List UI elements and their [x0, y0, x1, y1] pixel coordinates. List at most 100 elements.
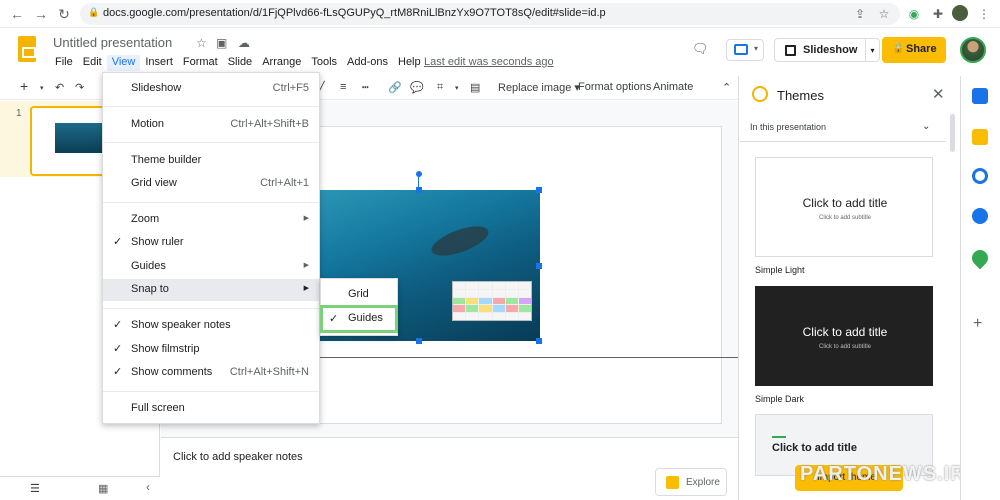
- divider: [103, 142, 319, 143]
- close-icon[interactable]: ✕: [932, 85, 945, 103]
- forward-icon[interactable]: →: [32, 5, 50, 23]
- line-dash-icon[interactable]: ┅: [362, 81, 369, 94]
- menu-file[interactable]: File: [50, 55, 78, 71]
- new-slide-icon[interactable]: +: [20, 78, 28, 94]
- cloud-saved-icon[interactable]: ☁: [238, 36, 250, 50]
- line-weight-icon[interactable]: ≡: [340, 81, 346, 93]
- add-addon-icon[interactable]: +: [973, 315, 982, 333]
- grid-view-icon[interactable]: ▦: [98, 482, 108, 495]
- add-comment-icon[interactable]: 💬: [410, 81, 424, 94]
- chevron-down-icon[interactable]: ▾: [40, 84, 44, 92]
- menu-item-show-comments[interactable]: ✓ Show comments Ctrl+Alt+Shift+N: [103, 362, 319, 384]
- crop-icon[interactable]: ⌗: [437, 81, 443, 94]
- slide-number: 1: [16, 108, 22, 119]
- lock-icon: 🔒: [892, 43, 905, 54]
- profile-avatar[interactable]: [952, 5, 968, 21]
- share-page-icon[interactable]: ⇪: [852, 6, 868, 22]
- menu-item-label: Show ruler: [131, 236, 184, 248]
- move-folder-icon[interactable]: ▣: [216, 36, 227, 50]
- menu-insert[interactable]: Insert: [140, 55, 178, 71]
- collapse-filmstrip-icon[interactable]: ‹: [146, 480, 150, 494]
- menu-item-snap-to[interactable]: Snap to ▶: [103, 279, 319, 301]
- menu-slide[interactable]: Slide: [223, 55, 257, 71]
- menu-edit[interactable]: Edit: [78, 55, 107, 71]
- menu-help[interactable]: Help: [393, 55, 426, 71]
- shortcut-text: Ctrl+F5: [272, 82, 309, 94]
- menu-item-grid-view[interactable]: Grid view Ctrl+Alt+1: [103, 173, 319, 195]
- collapse-toolbar-icon[interactable]: ⌃: [722, 81, 731, 94]
- menu-item-theme-builder[interactable]: Theme builder: [103, 150, 319, 172]
- animate-button[interactable]: Animate: [653, 81, 693, 93]
- menu-item-label: Show comments: [131, 366, 213, 378]
- menu-format[interactable]: Format: [178, 55, 223, 71]
- document-title[interactable]: Untitled presentation: [53, 35, 172, 50]
- redo-icon[interactable]: ↷: [75, 81, 84, 94]
- menu-item-label: Snap to: [131, 283, 169, 295]
- theme-card-subtitle: Click to add subtitle: [818, 344, 872, 350]
- themes-scrollbar[interactable]: [950, 114, 955, 152]
- contacts-icon[interactable]: [972, 208, 988, 224]
- menu-item-label: Guides: [131, 260, 166, 272]
- undo-icon[interactable]: ↶: [55, 81, 64, 94]
- back-icon[interactable]: ←: [8, 5, 26, 23]
- last-edit-link[interactable]: Last edit was seconds ago: [424, 56, 554, 68]
- rotate-handle[interactable]: [416, 171, 422, 177]
- theme-card-title: Click to add title: [802, 325, 888, 339]
- lock-icon[interactable]: 🔒: [88, 7, 99, 17]
- menu-item-full-screen[interactable]: Full screen: [103, 398, 319, 420]
- checkmark-icon: ✓: [329, 313, 339, 325]
- share-button[interactable]: 🔒 Share: [882, 37, 946, 63]
- menu-item-show-ruler[interactable]: ✓ Show ruler: [103, 232, 319, 254]
- extension-icon[interactable]: ◉: [906, 6, 922, 22]
- resize-handle[interactable]: [536, 263, 542, 269]
- filmstrip-view-bar: [0, 476, 160, 500]
- menu-item-show-filmstrip[interactable]: ✓ Show filmstrip: [103, 339, 319, 361]
- thumbnail-image: [55, 123, 103, 153]
- theme-card-simple-dark[interactable]: Click to add title Click to add subtitle: [755, 286, 933, 386]
- submenu-item-grid[interactable]: Grid: [348, 288, 369, 300]
- theme-card-title: Click to add title: [772, 442, 857, 454]
- star-icon[interactable]: ☆: [196, 36, 207, 50]
- present-to-meeting-button[interactable]: ▾: [726, 39, 764, 61]
- keep-icon[interactable]: [972, 129, 988, 145]
- resize-handle[interactable]: [416, 187, 422, 193]
- menu-addons[interactable]: Add-ons: [342, 55, 393, 71]
- resize-handle[interactable]: [536, 187, 542, 193]
- resize-handle[interactable]: [416, 338, 422, 344]
- format-options-button[interactable]: Format options: [578, 81, 651, 93]
- reload-icon[interactable]: ↻: [55, 5, 73, 23]
- menu-item-slideshow[interactable]: Slideshow Ctrl+F5: [103, 78, 319, 100]
- resize-handle[interactable]: [536, 338, 542, 344]
- chevron-down-icon[interactable]: ▾: [455, 84, 459, 92]
- menu-view[interactable]: View: [106, 55, 141, 71]
- menu-tools[interactable]: Tools: [306, 55, 342, 71]
- menu-item-guides[interactable]: Guides ▶: [103, 256, 319, 278]
- theme-card-simple-light[interactable]: Click to add title Click to add subtitle: [755, 157, 933, 257]
- account-avatar[interactable]: [960, 37, 986, 63]
- checkmark-icon: ✓: [113, 343, 123, 355]
- menu-item-motion[interactable]: Motion Ctrl+Alt+Shift+B: [103, 114, 319, 136]
- tasks-icon[interactable]: [972, 168, 988, 184]
- link-icon[interactable]: 🔗: [388, 81, 402, 94]
- slideshow-button-label: Slideshow: [803, 44, 858, 56]
- filmstrip-view-icon[interactable]: ☰: [30, 482, 40, 495]
- replace-image-menu[interactable]: Replace image ▾: [498, 81, 580, 94]
- slides-logo-icon[interactable]: [18, 36, 36, 62]
- url-text[interactable]: docs.google.com/presentation/d/1FjQPlvd6…: [103, 7, 606, 19]
- speaker-notes-placeholder[interactable]: Click to add speaker notes: [173, 451, 303, 463]
- shortcut-text: Ctrl+Alt+Shift+N: [229, 366, 309, 378]
- calendar-icon[interactable]: [972, 88, 988, 104]
- slideshow-options-dropdown[interactable]: ▾: [866, 38, 880, 62]
- browser-menu-icon[interactable]: ⋮: [976, 6, 992, 22]
- extensions-puzzle-icon[interactable]: ✚: [930, 6, 946, 22]
- bookmark-star-icon[interactable]: ☆: [876, 6, 892, 22]
- explore-button[interactable]: Explore: [655, 468, 727, 496]
- menu-arrange[interactable]: Arrange: [257, 55, 306, 71]
- submenu-item-guides[interactable]: Guides: [348, 312, 383, 324]
- slideshow-button[interactable]: Slideshow: [774, 38, 866, 62]
- comment-history-icon[interactable]: 🗨: [692, 41, 712, 59]
- menu-item-zoom[interactable]: Zoom ▶: [103, 209, 319, 231]
- menu-item-show-speaker-notes[interactable]: ✓ Show speaker notes: [103, 315, 319, 337]
- divider: [103, 202, 319, 203]
- reset-image-icon[interactable]: ▤: [470, 81, 480, 94]
